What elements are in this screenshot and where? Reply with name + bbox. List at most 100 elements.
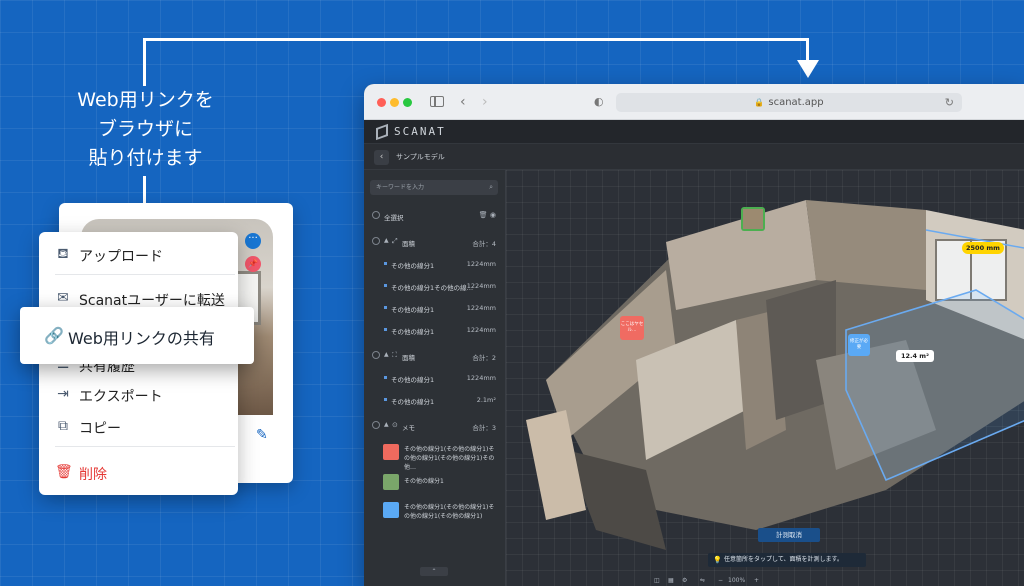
measurement-panel: キーワードを入力 ⌕ 全選択 🗑 ◉ ▲ ⤢ 面積 合計：4 その他の線分1 1… <box>364 170 506 586</box>
connector-line <box>143 38 146 86</box>
memo-photo-thumbnail <box>383 474 399 490</box>
chevron-left-icon[interactable]: ‹ <box>460 93 466 111</box>
settings-icon[interactable]: ⚙ <box>682 577 687 584</box>
caret-up-icon[interactable]: ▲ <box>384 421 389 428</box>
maximize-window-button[interactable] <box>403 98 412 107</box>
instruction-caption: Web用リンクを ブラウザに 貼り付けます <box>77 89 214 169</box>
reload-icon[interactable]: ↻ <box>945 93 954 112</box>
edit-pencil-icon[interactable]: ✎ <box>256 427 268 443</box>
area-icon: ⛶ <box>392 351 397 359</box>
arrow-down-icon <box>797 60 819 78</box>
group-header-area[interactable]: ▲ ⛶ 面積 合計：2 <box>364 346 506 366</box>
browser-toolbar: ‹ › ◐ 🔒 scanat.app ↻ <box>364 84 1024 120</box>
group-header-area[interactable]: ▲ ⤢ 面積 合計：4 <box>364 232 506 252</box>
keyword-search-input[interactable]: キーワードを入力 ⌕ <box>370 180 498 195</box>
group-radio[interactable] <box>372 237 380 245</box>
lock-icon: 🔒 <box>754 98 765 107</box>
layers-icon[interactable]: ▦ <box>668 577 674 584</box>
area-measure-label[interactable]: 12.4 m² <box>896 350 934 362</box>
list-item[interactable]: その他の線分1 1224mm <box>364 298 506 318</box>
length-measure-label[interactable]: 2500 mm <box>962 242 1004 254</box>
url-text: scanat.app <box>768 97 824 108</box>
connector-line <box>806 38 809 62</box>
app-logo-text: SCANAT <box>394 125 446 138</box>
memo-pin-blue[interactable]: 修正が必要 <box>848 334 870 356</box>
bullet-icon <box>384 284 387 287</box>
group-label: 面積 <box>402 354 415 362</box>
ruler-icon: ⤢ <box>392 237 398 245</box>
model-title: サンプルモデル <box>396 153 445 161</box>
zoom-level: 100% <box>728 577 746 584</box>
more-options-button[interactable]: ··· <box>245 233 261 249</box>
scanat-logo-icon <box>376 123 388 141</box>
split-icon[interactable]: ⇋ <box>700 577 705 584</box>
menu-item-web-link-share[interactable]: 🔗 Web用リンクの共有 <box>20 307 254 364</box>
sidebar-toggle-icon[interactable] <box>430 96 444 107</box>
group-total: 合計：4 <box>472 240 496 248</box>
memo-item[interactable]: その他の線分1 <box>364 470 506 496</box>
trash-icon: 🗑 <box>55 464 73 480</box>
menu-divider <box>55 446 235 447</box>
bullet-icon <box>384 328 387 331</box>
memo-pin-red[interactable]: ここはヤセル… <box>620 316 644 340</box>
measure-cancel-button[interactable]: 計測取消 <box>758 528 820 542</box>
connector-line <box>143 38 808 41</box>
collapse-panel-button[interactable]: ⌃ <box>420 567 448 576</box>
list-item[interactable]: その他の線分1 2.1m² <box>364 390 506 410</box>
menu-item-export[interactable]: ⇥ エクスポート <box>39 380 238 410</box>
transfer-icon: ✉ <box>57 290 69 306</box>
upload-icon: ⛾ <box>57 246 69 262</box>
bullet-icon <box>384 306 387 309</box>
list-item[interactable]: その他の線分1その他の線… 1224mm <box>364 276 506 296</box>
group-total: 合計：2 <box>472 354 496 362</box>
zoom-out-button[interactable]: − <box>718 577 723 584</box>
memo-color-swatch <box>383 444 399 460</box>
viewport-toolbar: ◫ ▦ ⚙ ⇋ − 100% + <box>654 576 784 586</box>
minimize-window-button[interactable] <box>390 98 399 107</box>
group-radio[interactable] <box>372 351 380 359</box>
bullet-icon <box>384 398 387 401</box>
trash-eye-icons[interactable]: 🗑 ◉ <box>479 211 496 219</box>
menu-item-upload[interactable]: ⛾ アップロード <box>39 240 238 270</box>
caret-up-icon[interactable]: ▲ <box>384 237 389 244</box>
close-window-button[interactable] <box>377 98 386 107</box>
select-all-row[interactable]: 全選択 🗑 ◉ <box>364 206 506 226</box>
menu-item-copy[interactable]: ⧉ コピー <box>39 412 238 442</box>
zoom-in-button[interactable]: + <box>754 577 759 584</box>
search-icon: ⌕ <box>489 183 493 191</box>
menu-item-delete[interactable]: 🗑 削除 <box>39 458 238 488</box>
search-placeholder: キーワードを入力 <box>376 184 425 191</box>
shield-icon[interactable]: ◐ <box>594 93 604 111</box>
pin-icon[interactable]: 📌 <box>245 256 261 272</box>
group-label: メモ <box>402 424 415 432</box>
bullet-icon <box>384 262 387 265</box>
group-total: 合計：3 <box>472 424 496 432</box>
memo-icon: ⊙ <box>392 421 398 429</box>
copy-icon: ⧉ <box>58 418 68 434</box>
3d-viewport[interactable]: ここはヤセル… 修正が必要 2500 mm 12.4 m² 計測取消 💡 任意箇… <box>506 170 1024 586</box>
3d-scan-model <box>526 200 1024 550</box>
browser-window: ‹ › ◐ 🔒 scanat.app ↻ SCANAT ‹ サンプルモデル キーワ… <box>364 84 1024 586</box>
caret-up-icon[interactable]: ▲ <box>384 351 389 358</box>
memo-item[interactable]: その他の線分1(その他の線分1)その他の線分1(その他の線分1) <box>364 498 506 524</box>
group-radio[interactable] <box>372 421 380 429</box>
address-bar[interactable]: 🔒 scanat.app ↻ <box>616 93 962 112</box>
lightbulb-icon: 💡 <box>713 556 722 564</box>
list-item[interactable]: その他の線分1 1224mm <box>364 368 506 388</box>
menu-divider <box>55 274 235 275</box>
select-all-label: 全選択 <box>384 214 404 222</box>
link-icon: 🔗 <box>44 326 64 345</box>
measure-hint: 💡 任意箇所をタップして、面積を計測します。 <box>708 553 866 567</box>
model-title-bar: ‹ サンプルモデル <box>364 144 1024 170</box>
list-item[interactable]: その他の線分1 1224mm <box>364 320 506 340</box>
bullet-icon <box>384 376 387 379</box>
chevron-right-icon[interactable]: › <box>482 93 488 111</box>
app-header: SCANAT <box>364 120 1024 144</box>
group-header-memo[interactable]: ▲ ⊙ メモ 合計：3 <box>364 416 506 436</box>
back-button[interactable]: ‹ <box>374 150 389 165</box>
list-item[interactable]: その他の線分1 1224mm <box>364 254 506 274</box>
cube-icon[interactable]: ◫ <box>654 577 660 584</box>
select-all-radio[interactable] <box>372 211 380 219</box>
photo-memo-pin[interactable] <box>741 207 765 231</box>
memo-item[interactable]: その他の線分1(その他の線分1)その他の線分1(その他の線分1)その他… <box>364 440 506 471</box>
